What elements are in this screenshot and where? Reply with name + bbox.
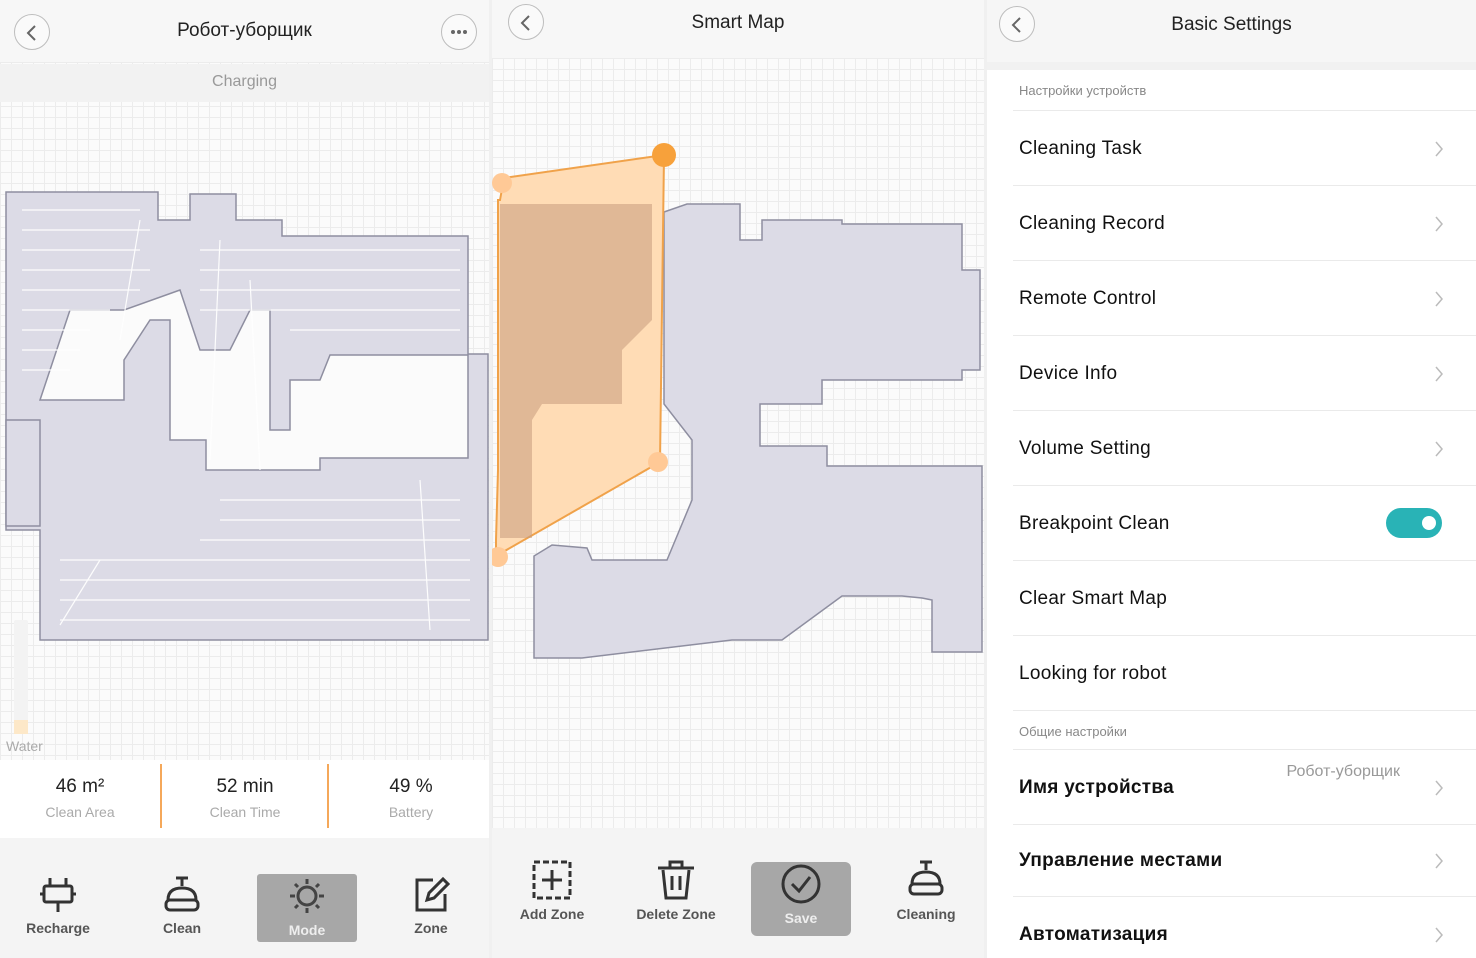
plug-icon bbox=[40, 878, 76, 912]
mode-label: Mode bbox=[288, 922, 326, 938]
settings-row-volume-setting[interactable]: Volume Setting bbox=[987, 411, 1476, 486]
stats-row: 46 m² Clean Area 52 min Clean Time 49 % … bbox=[0, 760, 489, 838]
settings-row-cleaning-record[interactable]: Cleaning Record bbox=[987, 186, 1476, 261]
row-label: Remote Control bbox=[1019, 288, 1157, 309]
water-level-fill bbox=[14, 720, 28, 734]
add-zone-icon bbox=[532, 860, 572, 900]
edit-icon bbox=[415, 876, 451, 912]
more-dots-icon bbox=[451, 30, 467, 34]
more-button[interactable] bbox=[441, 14, 477, 50]
row-label: Автоматизация bbox=[1019, 924, 1169, 945]
check-circle-icon bbox=[781, 864, 821, 904]
zone-button[interactable]: Zone bbox=[381, 874, 481, 942]
stat-battery: 49 % Battery bbox=[331, 776, 489, 820]
settings-row-remote-control[interactable]: Remote Control bbox=[987, 261, 1476, 336]
row-label: Имя устройства bbox=[1019, 777, 1175, 798]
bottom-toolbar: Recharge Clean Mode Zone bbox=[0, 838, 489, 958]
settings-row-places[interactable]: Управление местами bbox=[987, 825, 1476, 897]
save-button[interactable]: Save bbox=[751, 862, 851, 936]
header-divider bbox=[987, 62, 1476, 70]
settings-row-looking-for-robot[interactable]: Looking for robot bbox=[987, 636, 1476, 711]
basic-settings-panel: Basic Settings Настройки устройств Общие… bbox=[987, 0, 1476, 958]
chevron-right-icon bbox=[1435, 216, 1443, 232]
row-label: Cleaning Record bbox=[1019, 213, 1166, 234]
section-header-device: Настройки устройств bbox=[1019, 83, 1147, 98]
stat-label: Battery bbox=[388, 804, 434, 820]
device-name-value: Робот-уборщик bbox=[1286, 763, 1400, 780]
stat-value: 46 m² bbox=[55, 776, 105, 797]
chevron-right-icon bbox=[1435, 291, 1443, 307]
settings-row-cleaning-task[interactable]: Cleaning Task bbox=[987, 111, 1476, 186]
zone-handle-resize[interactable] bbox=[652, 143, 676, 167]
zone-handle[interactable] bbox=[648, 452, 668, 472]
chevron-right-icon bbox=[1435, 141, 1443, 157]
chevron-right-icon bbox=[1435, 853, 1443, 869]
chevron-right-icon bbox=[1435, 441, 1443, 457]
cleaning-button[interactable]: Cleaning bbox=[876, 858, 976, 926]
toggle-knob bbox=[1422, 516, 1436, 530]
chevron-right-icon bbox=[1435, 927, 1443, 943]
settings-row-device-name[interactable]: Имя устройства Робот-уборщик bbox=[987, 750, 1476, 825]
row-label: Looking for robot bbox=[1019, 663, 1167, 684]
smart-map[interactable] bbox=[492, 0, 984, 828]
row-label: Breakpoint Clean bbox=[1019, 513, 1170, 534]
settings-row-automation[interactable]: Автоматизация bbox=[987, 897, 1476, 958]
cleaning-map[interactable] bbox=[0, 180, 489, 650]
delete-zone-label: Delete Zone bbox=[636, 906, 716, 922]
stat-clean-time: 52 min Clean Time bbox=[165, 776, 325, 820]
cleaning-label: Cleaning bbox=[896, 906, 956, 922]
breakpoint-clean-toggle[interactable] bbox=[1386, 508, 1442, 538]
settings-row-clear-smart-map[interactable]: Clear Smart Map bbox=[987, 561, 1476, 636]
row-label: Volume Setting bbox=[1019, 438, 1152, 459]
row-label: Управление местами bbox=[1019, 850, 1223, 871]
status-bar: Charging bbox=[0, 64, 489, 102]
stat-divider bbox=[160, 764, 162, 828]
recharge-button[interactable]: Recharge bbox=[8, 874, 108, 942]
page-title: Робот-уборщик bbox=[177, 20, 312, 41]
zone-label: Zone bbox=[414, 920, 448, 936]
robot-home-panel: Робот-уборщик Charging Water 46 m² Clean… bbox=[0, 0, 489, 958]
stat-label: Clean Time bbox=[209, 804, 281, 820]
bottom-toolbar: Add Zone Delete Zone Save Cleaning bbox=[492, 828, 984, 958]
water-label: Water bbox=[6, 738, 43, 754]
row-label: Cleaning Task bbox=[1019, 138, 1142, 159]
clean-button[interactable]: Clean bbox=[132, 874, 232, 942]
divider bbox=[1013, 710, 1476, 711]
stat-divider bbox=[327, 764, 329, 828]
stat-clean-area: 46 m² Clean Area bbox=[0, 776, 160, 820]
add-zone-button[interactable]: Add Zone bbox=[502, 858, 602, 926]
stat-value: 49 % bbox=[389, 776, 433, 797]
add-zone-label: Add Zone bbox=[519, 906, 585, 922]
mode-button[interactable]: Mode bbox=[257, 874, 357, 942]
header: Basic Settings bbox=[987, 0, 1476, 62]
settings-row-device-info[interactable]: Device Info bbox=[987, 336, 1476, 411]
smart-map-panel: Smart Map Add Zone Delete Zone Save Clea… bbox=[492, 0, 984, 958]
recharge-label: Recharge bbox=[26, 920, 90, 936]
row-label: Device Info bbox=[1019, 363, 1118, 384]
chevron-right-icon bbox=[1435, 366, 1443, 382]
robot-icon bbox=[908, 860, 944, 896]
chevron-right-icon bbox=[1435, 780, 1443, 796]
robot-icon bbox=[164, 876, 200, 912]
stat-label: Clean Area bbox=[45, 804, 115, 820]
sun-gear-icon bbox=[290, 879, 324, 913]
stat-value: 52 min bbox=[216, 776, 274, 797]
row-label: Clear Smart Map bbox=[1019, 588, 1168, 609]
delete-zone-button[interactable]: Delete Zone bbox=[626, 858, 726, 926]
trash-icon bbox=[658, 860, 694, 900]
clean-label: Clean bbox=[162, 920, 202, 936]
settings-row-breakpoint-clean[interactable]: Breakpoint Clean bbox=[987, 486, 1476, 561]
zone-handle[interactable] bbox=[492, 173, 512, 193]
water-level-gauge bbox=[14, 620, 28, 734]
section-header-general: Общие настройки bbox=[1019, 724, 1127, 739]
header: Робот-уборщик bbox=[0, 0, 489, 62]
page-title: Basic Settings bbox=[1171, 14, 1292, 35]
save-label: Save bbox=[784, 910, 818, 926]
